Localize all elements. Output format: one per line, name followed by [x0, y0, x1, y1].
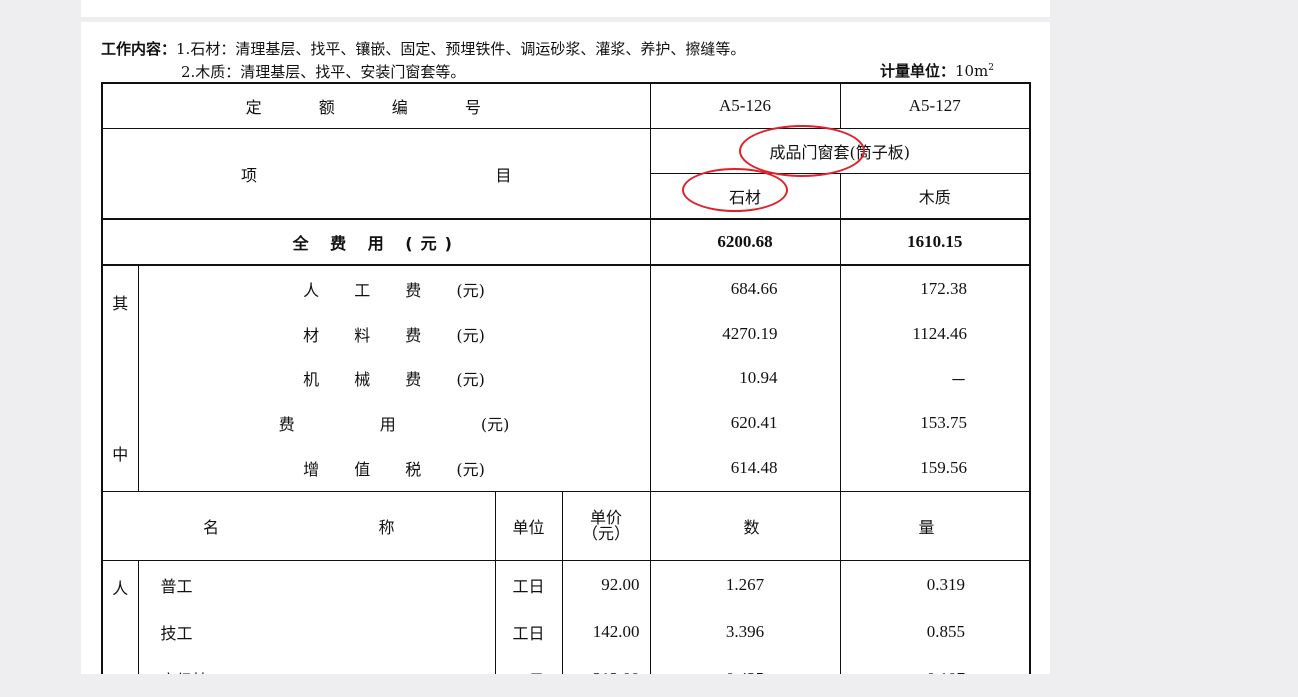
price-header-line-2: （元）: [582, 524, 631, 543]
cost-material-a: 4270.19: [649, 311, 841, 356]
item-label: 项 目: [100, 128, 651, 220]
cost-row: 其 中 人 工 费 (元) 684.66 172.38: [101, 263, 1032, 492]
cost-label-material: 材 料 费 (元): [137, 311, 651, 356]
work-content-line-1: 工作内容：1.石材：清理基层、找平、镶嵌、固定、预埋铁件、调运砂浆、灌浆、养护、…: [101, 38, 745, 59]
labor-label: 人 工: [101, 560, 139, 674]
item-label-2: 目: [495, 165, 512, 185]
cost-label-labor: 人 工 费 (元): [137, 263, 651, 312]
quota-code-a: A5-126: [649, 82, 841, 129]
labor-qty-a: 1.267: [649, 560, 841, 608]
among-char-1: 其: [112, 294, 129, 313]
total-cost-row: 全 费 用 (元) 6200.68 1610.15: [100, 218, 1032, 266]
work-content-text-1: 1.石材：清理基层、找平、镶嵌、固定、预埋铁件、调运砂浆、灌浆、养护、擦缝等。: [176, 40, 746, 58]
group-title: 成品门窗套(筒子板): [649, 128, 1032, 174]
sub-col-stone: 石材: [649, 173, 841, 220]
total-cost-a: 6200.68: [649, 218, 841, 266]
resource-price-header: 单价 （元）: [561, 491, 651, 561]
quota-table: 定 额 编 号 A5-126 A5-127 项 目 成品门窗套(筒子板) 石材 …: [100, 82, 1032, 674]
labor-qty-b: 0.319: [839, 560, 1032, 608]
labor-row: 人 工 普工 工日 92.00 1.267 0.319: [101, 560, 1032, 674]
quota-number-row: 定 额 编 号 A5-126 A5-127: [100, 82, 1032, 129]
cost-labor-a: 684.66: [649, 263, 841, 312]
labor-qty-b: 0.107: [839, 655, 1032, 674]
cost-row: 材 料 费 (元) 4270.19 1124.46: [102, 311, 1032, 356]
cost-labor-b: 172.38: [839, 263, 1032, 312]
labor-name: 普工: [137, 560, 496, 608]
labor-unit: 工日: [494, 608, 563, 655]
labor-qty-b: 0.855: [839, 608, 1032, 655]
resource-unit-header: 单位: [494, 491, 563, 561]
cost-fees-a: 620.41: [649, 400, 841, 446]
cost-machine-b: －: [839, 356, 1032, 401]
labor-price: 212.00: [561, 655, 651, 674]
work-content-label: 工作内容：: [101, 40, 177, 58]
cost-machine-a: 10.94: [649, 356, 841, 401]
labor-name: 技工: [137, 608, 496, 655]
resource-name-header: 名 称: [101, 491, 496, 561]
cost-row: 机 械 费 (元) 10.94 －: [102, 356, 1032, 401]
cost-vat-a: 614.48: [649, 445, 841, 492]
item-label-1: 项: [241, 165, 258, 185]
measure-unit-value: 10m: [954, 62, 989, 80]
labor-char-1: 人: [112, 579, 129, 598]
resource-qty-header-1: 数: [649, 491, 841, 561]
cost-label-machine: 机 械 费 (元): [137, 356, 651, 401]
among-char-2: 中: [112, 445, 129, 464]
resource-name-2: 称: [378, 518, 395, 537]
cost-row: 费 用 (元) 620.41 153.75: [102, 400, 1032, 446]
labor-qty-a: 0.425: [649, 655, 841, 674]
cost-vat-b: 159.56: [839, 445, 1032, 492]
cost-material-b: 1124.46: [839, 311, 1032, 356]
labor-price: 92.00: [561, 560, 651, 608]
labor-row: 高级技工 工日 212.00 0.425 0.107: [102, 655, 1032, 674]
labor-row: 技工 工日 142.00 3.396 0.855: [102, 608, 1032, 655]
total-cost-label: 全 费 用 (元): [100, 218, 651, 266]
labor-unit: 工日: [494, 655, 563, 674]
labor-qty-a: 3.396: [649, 608, 841, 655]
item-header-row: 项 目 成品门窗套(筒子板): [100, 128, 1032, 220]
among-label: 其 中: [101, 264, 139, 492]
total-cost-b: 1610.15: [839, 218, 1032, 266]
resource-header-row: 名 称 单位 单价 （元） 数 量: [101, 491, 1032, 561]
quota-number-label: 定 额 编 号: [100, 82, 651, 129]
labor-price: 142.00: [561, 608, 651, 655]
measure-unit-sup: 2: [988, 63, 994, 73]
work-content-line-2: 2.木质：清理基层、找平、安装门窗套等。: [181, 63, 466, 81]
cost-fees-b: 153.75: [839, 400, 1032, 446]
previous-page-edge: [81, 0, 1050, 17]
document-page: 工作内容：1.石材：清理基层、找平、镶嵌、固定、预埋铁件、调运砂浆、灌浆、养护、…: [81, 22, 1050, 674]
measure-unit: 计量单位：10m2: [880, 60, 994, 81]
sub-col-wood: 木质: [839, 173, 1032, 220]
labor-name: 高级技工: [137, 655, 496, 674]
quota-code-b: A5-127: [839, 82, 1032, 129]
cost-label-vat: 增 值 税 (元): [137, 445, 651, 492]
resource-name-1: 名: [203, 518, 220, 537]
resource-qty-header-2: 量: [839, 491, 1032, 561]
cost-label-fees: 费 用 (元): [137, 400, 651, 446]
cost-row: 增 值 税 (元) 614.48 159.56: [102, 445, 1032, 492]
labor-unit: 工日: [494, 560, 563, 608]
measure-unit-label: 计量单位：: [879, 62, 955, 80]
